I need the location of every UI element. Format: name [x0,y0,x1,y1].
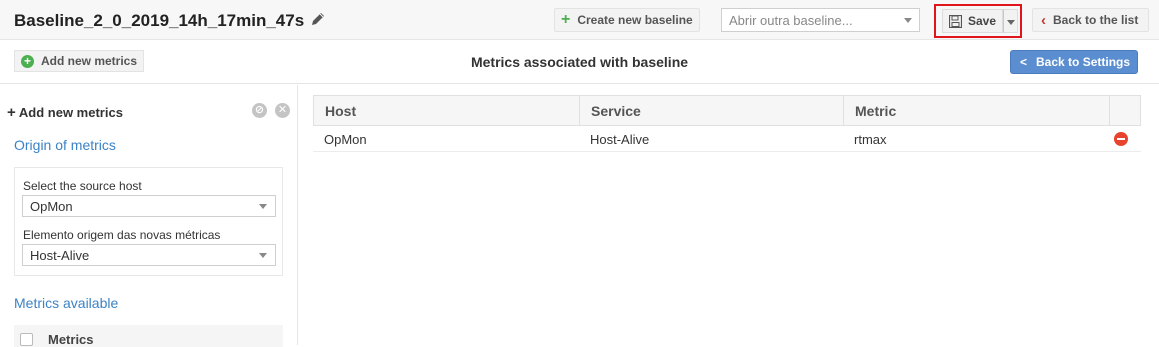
caret-down-icon [1007,20,1015,25]
floppy-disk-icon [949,14,962,28]
close-icon[interactable]: ✕ [275,103,290,118]
open-baseline-select[interactable]: Abrir outra baseline... [721,8,920,32]
source-host-label: Select the source host [23,179,142,193]
plus-icon: + [7,104,16,121]
save-button[interactable]: Save [942,9,1003,33]
add-metrics-panel: + Add new metrics ⊘ ✕ Origin of metrics … [0,85,298,347]
back-to-list-label: Back to the list [1053,13,1139,27]
column-header-service[interactable]: Service [580,96,844,125]
section-title: Metrics associated with baseline [470,54,689,70]
save-dropdown-toggle[interactable] [1003,9,1018,33]
cell-host: OpMon [324,132,367,147]
origin-form: Select the source host OpMon Elemento or… [14,167,283,276]
back-to-settings-label: Back to Settings [1036,55,1131,69]
chevron-down-icon [259,204,267,209]
column-header-metric[interactable]: Metric [844,96,1110,125]
create-new-baseline-label: Create new baseline [577,13,693,27]
panel-heading-label: Add new metrics [18,105,123,120]
metrics-list-header: Metrics [14,325,283,347]
panel-heading: + Add new metrics [7,104,123,121]
ban-icon[interactable]: ⊘ [252,103,267,118]
chevron-left-icon: ‹ [1041,11,1046,29]
chevron-left-icon: < [1020,55,1028,69]
chevron-down-icon [259,253,267,258]
open-baseline-placeholder: Abrir outra baseline... [729,13,853,28]
pencil-icon[interactable] [310,11,326,27]
sub-toolbar: + Add new metrics Metrics associated wit… [0,40,1159,84]
save-highlight-box: Save [934,4,1022,38]
element-origin-value: Host-Alive [30,248,90,263]
chevron-down-icon [904,18,912,23]
cell-service: Host-Alive [590,132,650,147]
metrics-available-title: Metrics available [14,295,119,311]
plus-icon: + [561,11,571,28]
table-row: OpMon Host-Alive rtmax [313,126,1141,152]
back-to-list-button[interactable]: ‹ Back to the list [1032,8,1149,32]
create-new-baseline-button[interactable]: + Create new baseline [554,8,700,32]
top-header: Baseline_2_0_2019_14h_17min_47s + Create… [0,0,1159,40]
element-origin-select[interactable]: Host-Alive [22,244,276,266]
remove-icon[interactable] [1114,132,1128,146]
save-label: Save [968,14,997,28]
select-all-checkbox[interactable] [20,333,33,346]
page-title: Baseline_2_0_2019_14h_17min_47s [14,11,305,30]
table-header: Host Service Metric [313,95,1141,126]
back-to-settings-button[interactable]: < Back to Settings [1010,50,1138,74]
element-origin-label: Elemento origem das novas métricas [23,228,221,242]
origin-of-metrics-title: Origin of metrics [14,137,116,153]
cell-metric: rtmax [854,132,887,147]
source-host-value: OpMon [30,199,73,214]
column-header-host[interactable]: Host [314,96,580,125]
source-host-select[interactable]: OpMon [22,195,276,217]
